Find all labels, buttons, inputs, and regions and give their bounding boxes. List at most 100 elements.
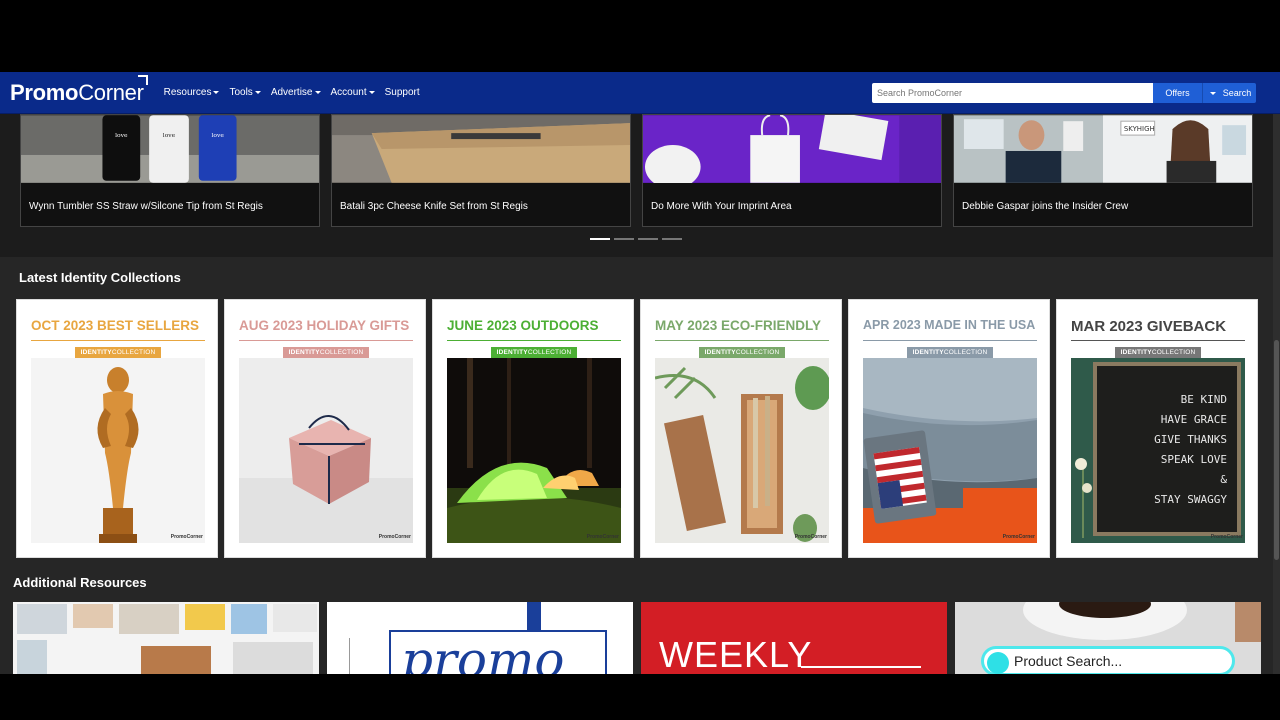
search-bar: Offers Search (872, 83, 1256, 103)
slide-caption: Batali 3pc Cheese Knife Set from St Regi… (340, 201, 528, 212)
identity-card-aug-2023[interactable]: AUG 2023 HOLIDAY GIFTS IDENTITY COLLECTIO… (224, 299, 426, 558)
tag-bold: IDENTITY (1120, 349, 1152, 356)
identity-tag: IDENTITY COLLECTION (1115, 347, 1201, 358)
menu-advertise-label: Advertise (270, 87, 313, 98)
search-button-label: Search (1222, 88, 1252, 98)
card-rule (447, 340, 621, 341)
identity-card-mar-2023[interactable]: MAR 2023 GIVEBACK IDENTITY COLLECTION BE … (1056, 299, 1258, 558)
search-input[interactable] (872, 83, 1153, 103)
offers-label: Offers (1165, 88, 1190, 98)
promocorner-mini-logo: PromoCorner (794, 534, 827, 540)
letterboard-line: GIVE THANKS (1154, 432, 1227, 446)
identity-card-may-2023[interactable]: MAY 2023 ECO-FRIENDLY IDENTITY COLLECTION… (640, 299, 842, 558)
identity-tag: IDENTITY COLLECTION (491, 347, 577, 358)
carousel-dot-1[interactable] (590, 238, 610, 240)
resource-tile-product-search[interactable]: Product Search... (955, 602, 1261, 674)
svg-text:love: love (115, 132, 128, 139)
card-title: MAY 2023 ECO-FRIENDLY (655, 318, 822, 333)
resources-section-title: Additional Resources (13, 575, 147, 590)
tag-light: COLLECTION (735, 349, 780, 356)
card-title: OCT 2023 BEST SELLERS (31, 318, 200, 333)
letterboard: BE KIND HAVE GRACE GIVE THANKS SPEAK LOV… (1097, 366, 1237, 532)
offers-dropdown-button[interactable]: Offers (1153, 83, 1203, 103)
identity-tag: IDENTITY COLLECTION (699, 347, 785, 358)
promocorner-mini-logo: PromoCorner (378, 534, 411, 540)
page-scrollbar[interactable] (1273, 72, 1280, 674)
identity-tag: IDENTITY COLLECTION (907, 347, 993, 358)
logo-corner-mark-icon (137, 74, 148, 85)
carousel-dot-3[interactable] (638, 238, 658, 240)
menu-tools[interactable]: Tools (229, 87, 261, 98)
letterboard-frame: BE KIND HAVE GRACE GIVE THANKS SPEAK LOV… (1093, 362, 1241, 536)
card-title: APR 2023 MADE IN THE USA (863, 318, 1036, 332)
menu-advertise[interactable]: Advertise (271, 87, 321, 98)
top-navbar: Promo Corner Resources Tools Advertise Ac… (0, 72, 1280, 114)
slide-caption: Wynn Tumbler SS Straw w/Silcone Tip from… (29, 201, 263, 212)
caret-down-icon (314, 90, 321, 94)
svg-text:SKYHIGH: SKYHIGH (1124, 125, 1155, 133)
menu-account[interactable]: Account (331, 87, 375, 98)
resource-tile-catalog[interactable] (13, 602, 319, 674)
logo-text-light: Corner (78, 79, 144, 105)
product-search-pill[interactable]: Product Search... (981, 646, 1235, 674)
tag-light: COLLECTION (527, 349, 572, 356)
slide-image-cheese-knives (332, 115, 630, 183)
identity-section-title: Latest Identity Collections (19, 270, 181, 285)
card-rule (31, 340, 205, 341)
tag-light: COLLECTION (943, 349, 988, 356)
carousel-slide[interactable]: love love love Wynn Tumbler SS Straw w/S… (20, 114, 320, 227)
carousel-dot-4[interactable] (662, 238, 682, 240)
menu-support-label: Support (384, 87, 420, 98)
letterboard-line: BE KIND (1180, 392, 1227, 406)
carousel-slide[interactable]: Batali 3pc Cheese Knife Set from St Regi… (331, 114, 631, 227)
promocorner-mini-logo: PromoCorner (1210, 534, 1243, 540)
main-menu: Resources Tools Advertise Account Suppor… (164, 87, 420, 98)
card-rule (239, 340, 413, 341)
tag-bold: IDENTITY (288, 349, 320, 356)
search-button[interactable]: Search (1203, 83, 1256, 103)
slide-image-imprint-products (643, 115, 941, 183)
card-rule (655, 340, 829, 341)
letterboard-line: STAY SWAGGY (1154, 492, 1227, 506)
identity-card-oct-2023[interactable]: OCT 2023 BEST SELLERS IDENTITY COLLECTION… (16, 299, 218, 558)
scrollbar-thumb[interactable] (1274, 340, 1279, 560)
carousel-indicators (590, 238, 682, 240)
logo-text-bold: Promo (10, 79, 79, 105)
letterboard-line: SPEAK LOVE (1160, 452, 1227, 466)
menu-resources[interactable]: Resources (164, 87, 220, 98)
svg-text:love: love (211, 132, 224, 139)
usa-tag-jeans-image (863, 358, 1037, 543)
slide-caption: Do More With Your Imprint Area (651, 201, 792, 212)
promo-logo-text: promo (389, 630, 607, 674)
promo-ribbon (527, 602, 541, 632)
caret-down-icon (1209, 91, 1216, 95)
menu-support[interactable]: Support (385, 87, 420, 98)
featured-carousel: love love love Wynn Tumbler SS Straw w/S… (0, 114, 1280, 257)
promocorner-logo[interactable]: Promo Corner (10, 74, 148, 106)
menu-resources-label: Resources (163, 87, 212, 98)
slide-caption: Debbie Gaspar joins the Insider Crew (962, 201, 1129, 212)
tag-light: COLLECTION (111, 349, 156, 356)
carousel-slide[interactable]: Do More With Your Imprint Area (642, 114, 942, 227)
catalog-collage-image (13, 602, 319, 674)
caret-down-icon (368, 90, 375, 94)
gift-box-image (239, 358, 413, 543)
carousel-dot-2[interactable] (614, 238, 634, 240)
tag-light: COLLECTION (319, 349, 364, 356)
weekly-underline (801, 666, 921, 668)
letterboard-line: & (1220, 472, 1227, 486)
card-rule (1071, 340, 1245, 341)
slide-image-video-call: SKYHIGH (954, 115, 1252, 183)
menu-tools-label: Tools (229, 87, 253, 98)
resource-tile-weekly[interactable]: WEEKLY (641, 602, 947, 674)
browser-viewport: Promo Corner Resources Tools Advertise Ac… (0, 72, 1280, 674)
identity-card-june-2023[interactable]: JUNE 2023 OUTDOORS IDENTITY COLLECTION Pr… (432, 299, 634, 558)
carousel-slide[interactable]: SKYHIGH Debbie Gaspar joins the Insider … (953, 114, 1253, 227)
letterboard-image: BE KIND HAVE GRACE GIVE THANKS SPEAK LOV… (1071, 358, 1245, 543)
card-title: JUNE 2023 OUTDOORS (447, 318, 599, 333)
promocorner-mini-logo: PromoCorner (1002, 534, 1035, 540)
tag-bold: IDENTITY (496, 349, 528, 356)
page: Promo Corner Resources Tools Advertise Ac… (0, 0, 1280, 720)
resource-tile-promo[interactable]: promo (327, 602, 633, 674)
identity-card-apr-2023[interactable]: APR 2023 MADE IN THE USA IDENTITY COLLECT… (848, 299, 1050, 558)
